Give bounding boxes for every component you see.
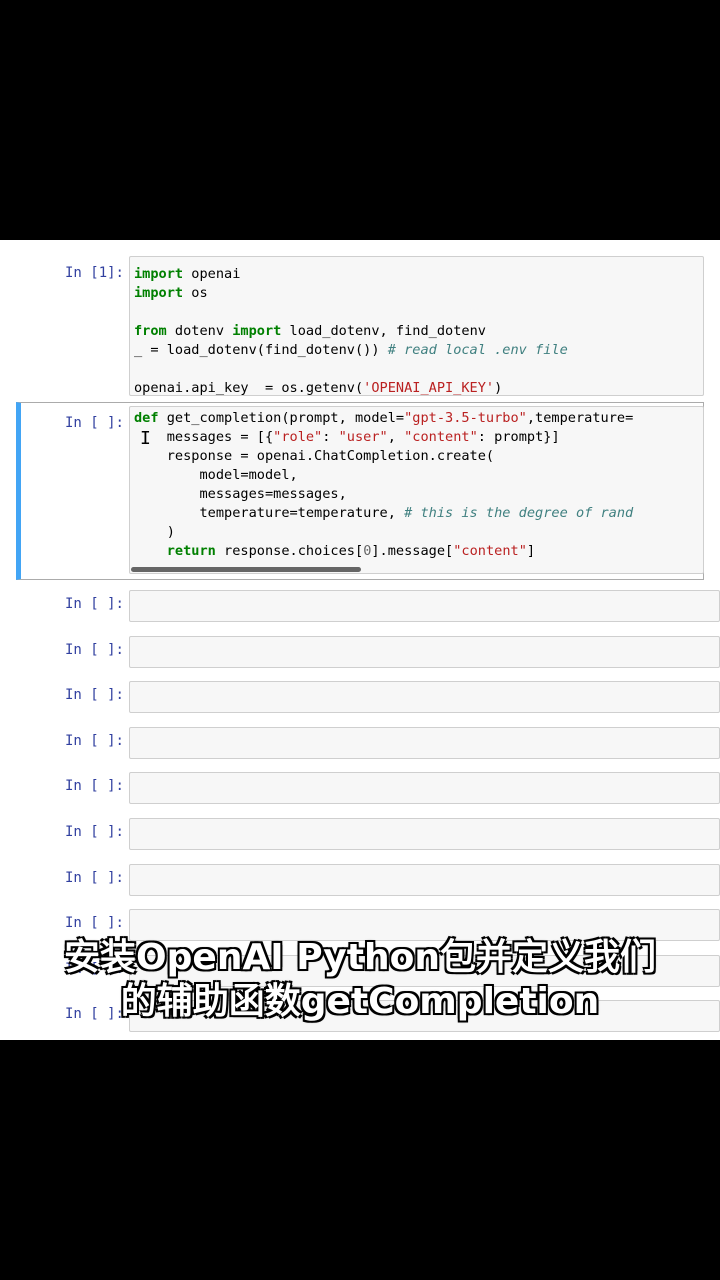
- code-line: response = openai.ChatCompletion.create(: [134, 447, 703, 466]
- code-token: model=model,: [134, 467, 298, 483]
- code-token: os: [183, 285, 208, 301]
- code-token: ): [494, 380, 503, 396]
- code-token: "content": [453, 543, 527, 559]
- cell-prompt: In [ ]:: [64, 415, 124, 431]
- code-token: :: [322, 429, 339, 445]
- caption-line-2: 的辅助函数getCompletion: [120, 981, 600, 1022]
- code-line: model=model,: [134, 466, 703, 485]
- code-token: messages = [{: [134, 429, 274, 445]
- code-line: def get_completion(prompt, model="gpt-3.…: [134, 409, 703, 428]
- cell-prompt: In [ ]:: [64, 870, 124, 886]
- code-line: messages = [{"role": "user", "content": …: [134, 428, 703, 447]
- cell-prompt: In [ ]:: [64, 733, 124, 749]
- code-editor-2[interactable]: def get_completion(prompt, model="gpt-3.…: [130, 407, 703, 561]
- cell-input[interactable]: [129, 727, 720, 759]
- video-caption: 安装OpenAI Python包并定义我们 的辅助函数getCompletion: [0, 936, 720, 1024]
- horizontal-scrollbar[interactable]: [131, 567, 361, 572]
- code-token: temperature=temperature,: [134, 505, 405, 521]
- code-token: import: [232, 323, 282, 339]
- code-token: response.choices[: [215, 543, 364, 559]
- code-token: ]: [526, 543, 536, 559]
- code-line: from dotenv import load_dotenv, find_dot…: [134, 322, 703, 341]
- code-token: from: [134, 323, 167, 339]
- empty-code-cell[interactable]: In [ ]:: [0, 586, 720, 626]
- empty-code-cell[interactable]: In [ ]:: [0, 860, 720, 900]
- cell-input[interactable]: [129, 681, 720, 713]
- code-token: return: [166, 543, 216, 559]
- cell-input-1[interactable]: import openai import os from dotenv import…: [129, 256, 704, 396]
- code-token: : prompt}]: [477, 429, 560, 445]
- code-token: _ = load_dotenv(find_dotenv()): [134, 342, 388, 358]
- code-token: get_completion(prompt, model=: [158, 410, 405, 426]
- code-token: "gpt-3.5-turbo": [404, 410, 527, 426]
- cell-prompt: In [ ]:: [64, 824, 124, 840]
- code-line: import openai: [134, 265, 703, 284]
- code-cell-2[interactable]: In [ ]: def get_completion(prompt, model…: [0, 402, 720, 580]
- code-token: "role": [273, 429, 323, 445]
- empty-code-cell[interactable]: In [ ]:: [0, 632, 720, 672]
- code-token: dotenv: [166, 323, 233, 339]
- code-token: import: [134, 266, 184, 282]
- cell-input[interactable]: [129, 864, 720, 896]
- code-token: ,: [387, 429, 405, 445]
- empty-code-cell[interactable]: In [ ]:: [0, 768, 720, 808]
- empty-code-cell[interactable]: In [ ]:: [0, 814, 720, 854]
- code-token: "user": [338, 429, 388, 445]
- cell-input[interactable]: [129, 590, 720, 622]
- code-token: # read local .env file: [387, 342, 568, 358]
- cell-prompt: In [1]:: [64, 265, 124, 281]
- empty-code-cell[interactable]: In [ ]:: [0, 677, 720, 717]
- code-token: # this is the degree of rand: [404, 505, 634, 521]
- code-token: ): [134, 524, 175, 540]
- cell-input-2[interactable]: def get_completion(prompt, model="gpt-3.…: [129, 406, 704, 574]
- cell-input[interactable]: [129, 818, 720, 850]
- code-token: ].message[: [371, 543, 454, 559]
- cell-input[interactable]: [129, 772, 720, 804]
- notebook-area: In [1]: import openai import os from doten…: [0, 240, 720, 1040]
- caption-line-1: 安装OpenAI Python包并定义我们: [64, 937, 656, 978]
- code-line: messages=messages,: [134, 485, 703, 504]
- code-token: ,temperature=: [526, 410, 634, 426]
- cell-prompt: In [ ]:: [64, 642, 124, 658]
- code-line: openai.api_key = os.getenv('OPENAI_API_K…: [134, 379, 703, 396]
- text-cursor-icon: I: [140, 428, 151, 449]
- cell-prompt: In [ ]:: [64, 596, 124, 612]
- code-token: messages=messages,: [134, 486, 347, 502]
- empty-code-cell[interactable]: In [ ]:: [0, 723, 720, 763]
- cell-prompt: In [ ]:: [64, 687, 124, 703]
- code-token: openai.api_key = os.getenv(: [134, 380, 364, 396]
- code-line: import os: [134, 284, 703, 303]
- code-token: load_dotenv, find_dotenv: [281, 323, 486, 339]
- cell-prompt: In [ ]:: [64, 915, 124, 931]
- code-token: response = openai.ChatCompletion.create(: [134, 448, 495, 464]
- code-token: import: [134, 285, 184, 301]
- code-line: return response.choices[0].message["cont…: [134, 542, 703, 561]
- code-line: ): [134, 523, 703, 542]
- code-token: "content": [404, 429, 478, 445]
- code-line: temperature=temperature, # this is the d…: [134, 504, 703, 523]
- cell-prompt: In [ ]:: [64, 778, 124, 794]
- code-token: def: [134, 410, 159, 426]
- cell-input[interactable]: [129, 636, 720, 668]
- code-line: _ = load_dotenv(find_dotenv()) # read lo…: [134, 341, 703, 360]
- code-cell-1[interactable]: In [1]: import openai import os from doten…: [0, 248, 720, 398]
- code-token: 'OPENAI_API_KEY': [363, 380, 495, 396]
- code-token: openai: [183, 266, 241, 282]
- code-editor-1[interactable]: import openai import os from dotenv import…: [130, 257, 703, 396]
